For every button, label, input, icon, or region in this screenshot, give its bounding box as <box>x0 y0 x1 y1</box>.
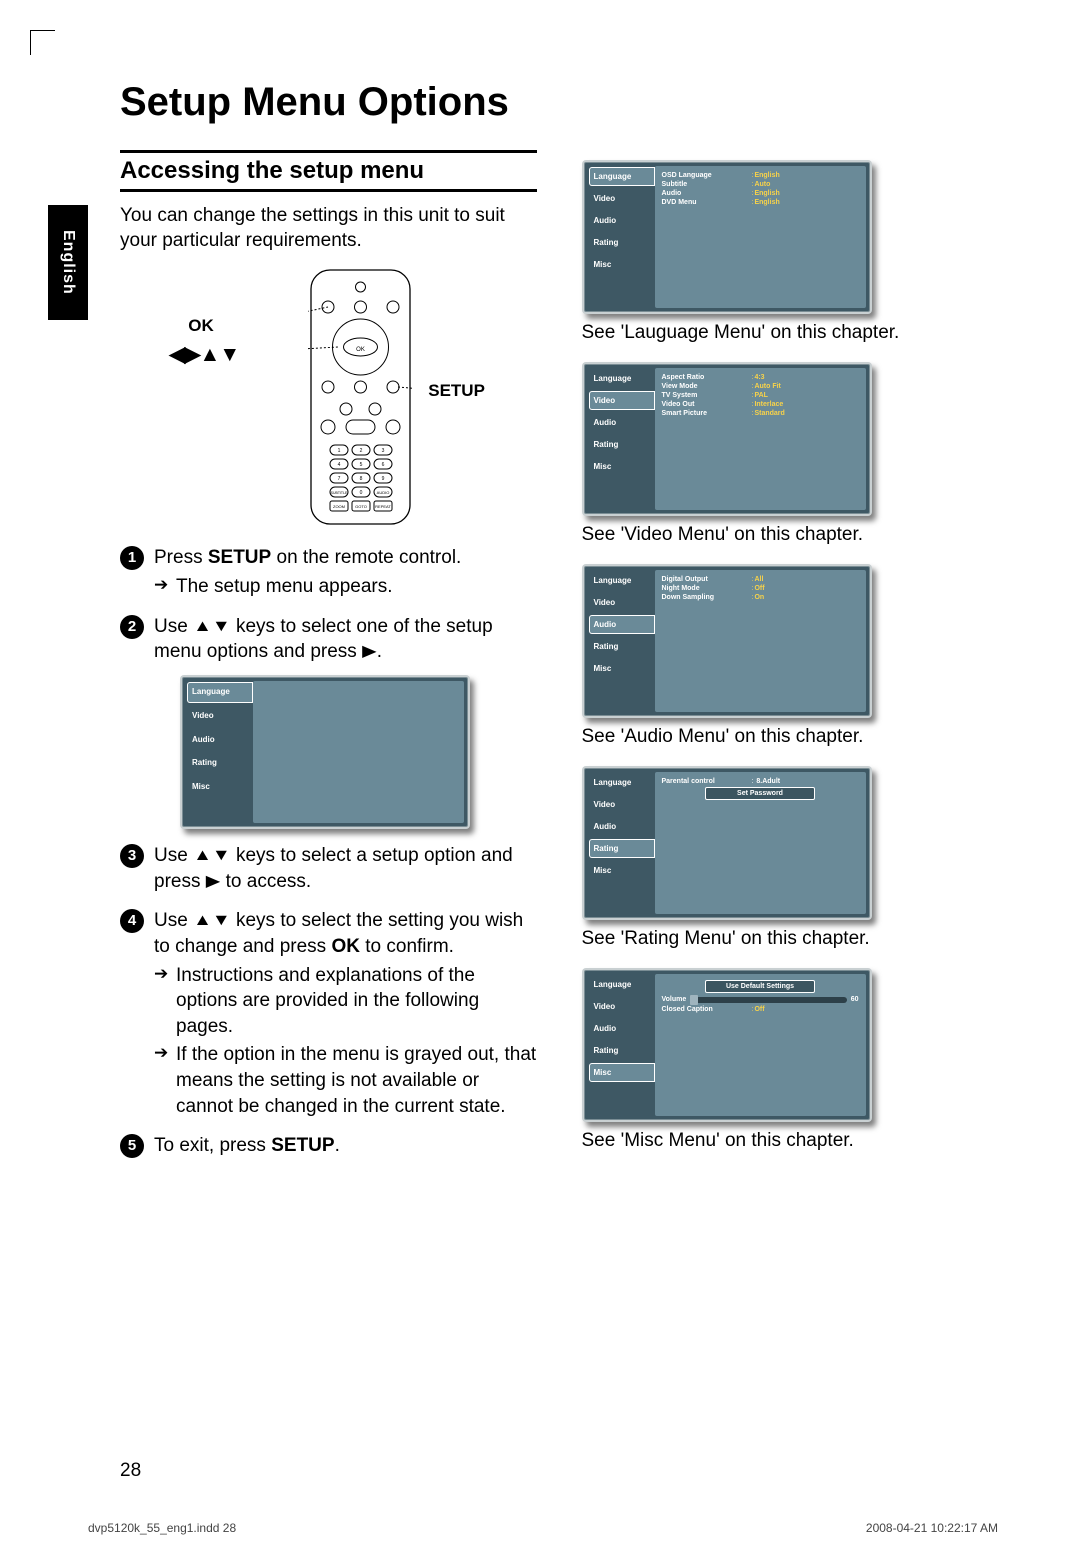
svg-text:7: 7 <box>338 476 341 482</box>
footer-file: dvp5120k_55_eng1.indd 28 <box>88 1521 236 1535</box>
step-4-num: 4 <box>120 909 144 933</box>
osd-rating: Language Video Audio Rating Misc Parenta… <box>582 766 872 920</box>
step-1-num: 1 <box>120 546 144 570</box>
language-tab: English <box>48 205 88 320</box>
step-5: 5 To exit, press SETUP. <box>120 1133 537 1159</box>
page-title: Setup Menu Options <box>120 80 998 125</box>
step-5-num: 5 <box>120 1134 144 1158</box>
step-1-sub: The setup menu appears. <box>154 574 537 600</box>
section-heading: Accessing the setup menu <box>120 157 537 185</box>
caption-video: See 'Video Menu' on this chapter. <box>582 524 999 546</box>
svg-text:ZOOM: ZOOM <box>333 504 345 509</box>
caption-audio: See 'Audio Menu' on this chapter. <box>582 726 999 748</box>
steps-list: 1 Press SETUP on the remote control. The… <box>120 545 537 1159</box>
step-2-num: 2 <box>120 615 144 639</box>
arrow-label: ◀▶▲▼ <box>169 342 239 367</box>
svg-text:6: 6 <box>382 462 385 468</box>
step-2: 2 Use ▲▼ keys to select one of the setup… <box>120 614 537 829</box>
caption-language: See 'Lauguage Menu' on this chapter. <box>582 322 999 344</box>
svg-text:AUDIO: AUDIO <box>377 490 390 495</box>
caption-misc: See 'Misc Menu' on this chapter. <box>582 1130 999 1152</box>
svg-text:8: 8 <box>360 476 363 482</box>
setup-label: SETUP <box>428 381 485 401</box>
right-column: Language Video Audio Rating Misc OSD Lan… <box>582 150 999 1173</box>
step-4-sub2: If the option in the menu is grayed out,… <box>154 1042 537 1119</box>
svg-text:5: 5 <box>360 462 363 468</box>
step-3: 3 Use ▲▼ keys to select a setup option a… <box>120 843 537 894</box>
svg-text:SUBTITLE: SUBTITLE <box>331 491 348 495</box>
step-3-num: 3 <box>120 844 144 868</box>
remote-icon: OK <box>308 267 413 527</box>
left-column: Accessing the setup menu You can change … <box>120 150 537 1173</box>
osd-video: Language Video Audio Rating Misc Aspect … <box>582 362 872 516</box>
section-rule: Accessing the setup menu <box>120 150 537 192</box>
svg-text:GOTO: GOTO <box>355 504 367 509</box>
step-1: 1 Press SETUP on the remote control. The… <box>120 545 537 599</box>
footer: dvp5120k_55_eng1.indd 28 2008-04-21 10:2… <box>88 1521 998 1535</box>
svg-text:REPEAT: REPEAT <box>375 504 391 509</box>
svg-text:2: 2 <box>360 448 363 454</box>
svg-text:0: 0 <box>360 490 363 496</box>
step-4: 4 Use ▲▼ keys to select the setting you … <box>120 908 537 1119</box>
osd-audio: Language Video Audio Rating Misc Digital… <box>582 564 872 718</box>
osd-blank: Language Video Audio Rating Misc <box>180 675 470 829</box>
footer-timestamp: 2008-04-21 10:22:17 AM <box>866 1521 998 1535</box>
svg-text:4: 4 <box>338 462 341 468</box>
osd-language: Language Video Audio Rating Misc OSD Lan… <box>582 160 872 314</box>
svg-text:1: 1 <box>338 448 341 454</box>
osd-misc: Language Video Audio Rating Misc Use Def… <box>582 968 872 1122</box>
remote-figure: OK ◀▶▲▼ SETUP OK <box>168 267 488 527</box>
ok-label: OK <box>188 316 214 336</box>
svg-text:9: 9 <box>382 476 385 482</box>
page: English Setup Menu Options Accessing the… <box>0 0 1080 1203</box>
step-4-sub1: Instructions and explanations of the opt… <box>154 963 537 1040</box>
svg-text:3: 3 <box>382 448 385 454</box>
page-number: 28 <box>120 1460 141 1482</box>
svg-text:OK: OK <box>356 347 365 353</box>
caption-rating: See 'Rating Menu' on this chapter. <box>582 928 999 950</box>
intro-text: You can change the settings in this unit… <box>120 204 537 253</box>
